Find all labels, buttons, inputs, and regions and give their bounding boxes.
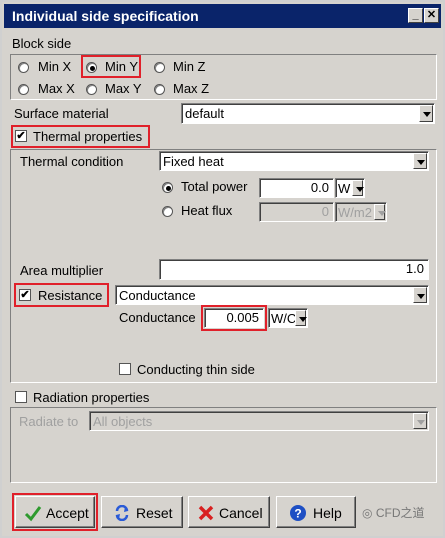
min-y-highlight [81,55,141,78]
total-power-input[interactable]: 0.0 [259,178,334,198]
chevron-down-icon [374,204,386,220]
conducting-thin-side-label: Conducting thin side [137,362,255,377]
conductance-unit-dropdown[interactable]: W/C [268,308,308,328]
accept-highlight [12,493,98,531]
thermal-condition-dropdown[interactable]: Fixed heat [159,151,429,171]
thermal-condition-value: Fixed heat [163,154,224,169]
watermark: ◎ CFD之道 [362,504,425,521]
max-x-label: Max X [38,81,75,96]
chevron-down-icon [413,413,427,429]
heat-flux-input: 0 [259,202,334,222]
max-z-label: Max Z [173,81,210,96]
surface-material-label: Surface material [14,106,109,121]
cancel-x-icon [198,505,214,521]
minimize-icon[interactable]: _ [408,8,423,23]
watermark-text: CFD之道 [375,506,425,520]
heat-flux-label: Heat flux [181,203,233,218]
chevron-down-icon[interactable] [295,310,307,326]
cancel-button[interactable]: Cancel [188,496,270,528]
thermal-properties-highlight [11,125,150,148]
radio-total-power[interactable] [162,182,173,193]
conductance-unit: W/C [271,311,297,326]
radio-min-z[interactable] [154,62,165,73]
dialog-window: Individual side specification _ ✕ Block … [0,0,445,538]
radiation-properties-label: Radiation properties [33,390,150,405]
conducting-thin-side-checkbox[interactable] [119,363,131,375]
total-power-unit-dropdown[interactable]: W [335,178,365,198]
area-multiplier-input[interactable]: 1.0 [159,259,429,280]
radiate-to-value: All objects [93,414,153,429]
close-icon[interactable]: ✕ [424,8,439,23]
chevron-down-icon[interactable] [419,105,433,122]
radio-max-z[interactable] [154,84,165,95]
heat-flux-value: 0 [321,204,329,219]
area-multiplier-label: Area multiplier [20,263,104,278]
surface-material-value: default [185,106,225,121]
svg-text:?: ? [294,507,301,521]
total-power-value: 0.0 [310,180,329,195]
block-side-label: Block side [12,36,72,51]
radiate-to-label: Radiate to [19,414,79,429]
wechat-icon: ◎ [362,506,373,520]
reset-icon [115,505,129,521]
radio-min-x[interactable] [18,62,29,73]
chevron-down-icon[interactable] [413,287,427,303]
heat-flux-unit-dropdown: W/m2 [335,202,387,222]
radio-heat-flux[interactable] [162,206,173,217]
radiation-properties-checkbox[interactable] [15,391,27,403]
surface-material-dropdown[interactable]: default [181,103,435,124]
max-y-label: Max Y [105,81,142,96]
radio-max-y[interactable] [86,84,97,95]
conductance-highlight [201,305,267,331]
total-power-unit: W [338,181,351,196]
resistance-type-dropdown[interactable]: Conductance [115,285,429,305]
area-multiplier-value: 1.0 [405,261,424,276]
help-button[interactable]: ? Help [276,496,356,528]
resistance-type-value: Conductance [119,288,196,303]
reset-label: Reset [136,505,173,521]
chevron-down-icon[interactable] [352,180,364,196]
reset-button[interactable]: Reset [101,496,183,528]
conductance-label: Conductance [119,310,196,325]
heat-flux-unit: W/m2 [338,205,372,220]
title-bar[interactable]: Individual side specification _ ✕ [4,4,441,28]
chevron-down-icon[interactable] [413,153,427,169]
window-title: Individual side specification [12,8,199,24]
cancel-label: Cancel [219,505,263,521]
radio-max-x[interactable] [18,84,29,95]
thermal-condition-label: Thermal condition [20,154,124,169]
radiate-to-dropdown: All objects [89,411,429,431]
total-power-label: Total power [181,179,248,194]
resistance-highlight [14,283,109,307]
help-icon: ? [290,505,306,521]
min-z-label: Min Z [173,59,206,74]
min-x-label: Min X [38,59,72,74]
help-label: Help [313,505,342,521]
